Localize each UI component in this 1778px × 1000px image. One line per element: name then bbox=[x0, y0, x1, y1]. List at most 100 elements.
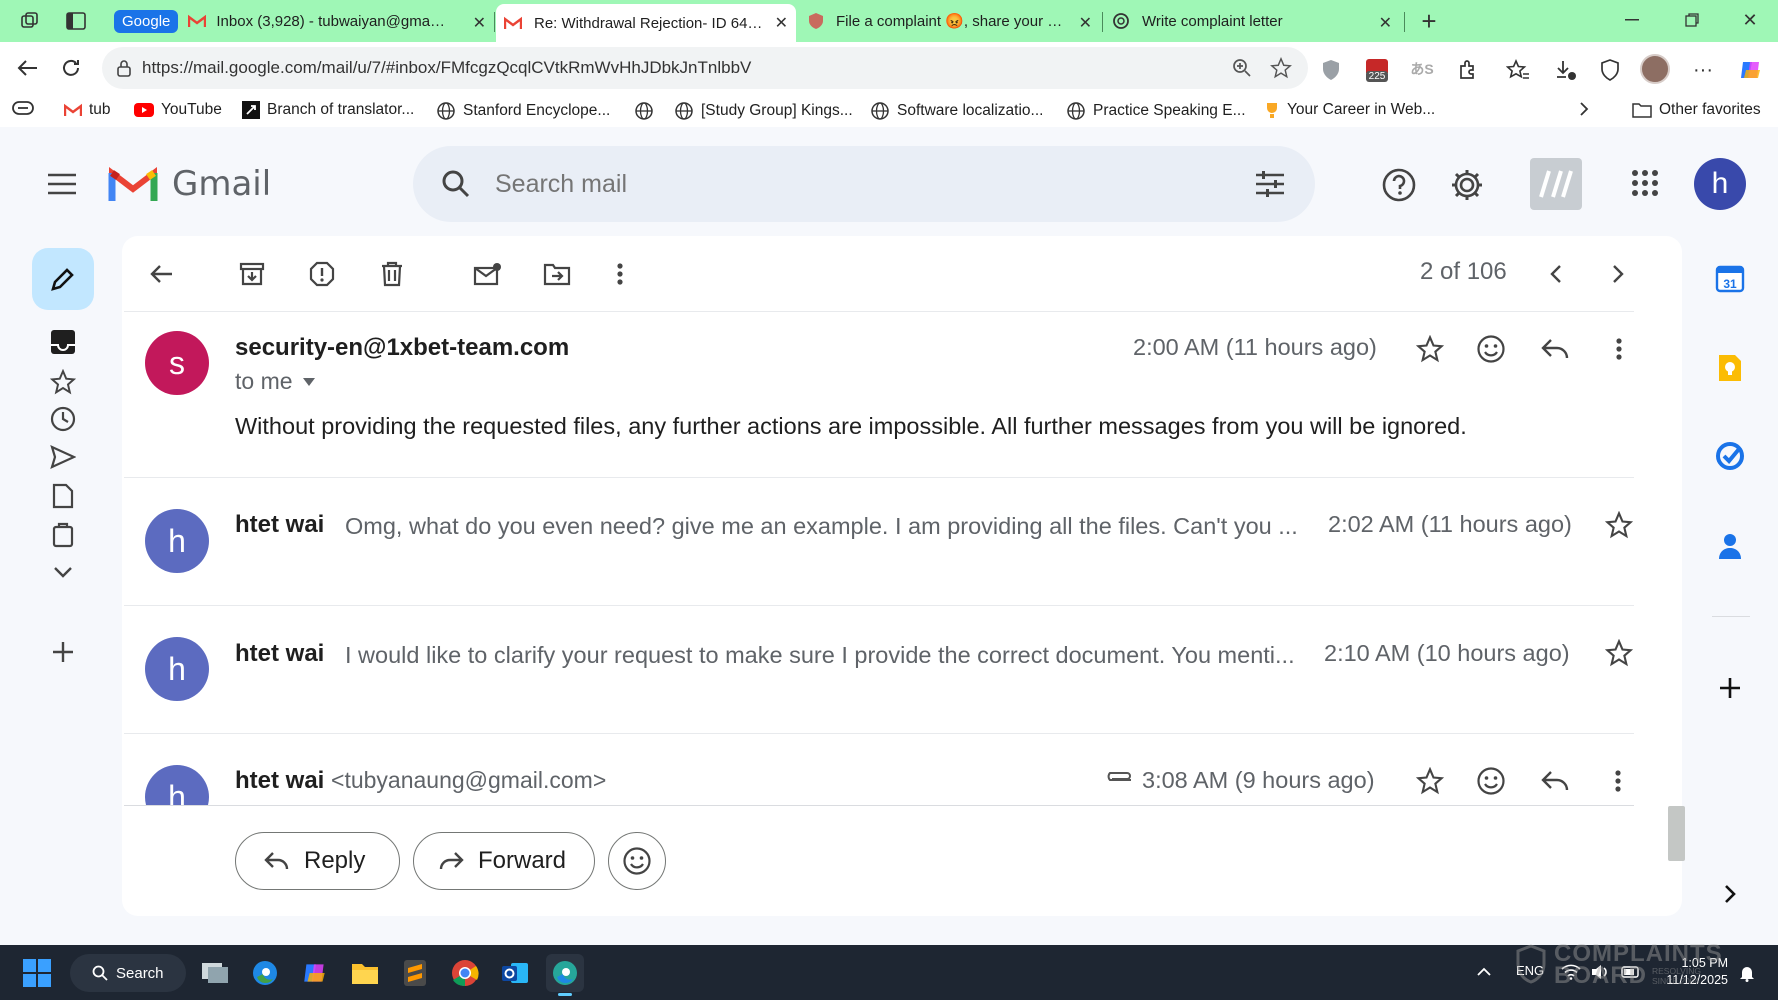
search-input[interactable] bbox=[495, 169, 1255, 199]
language-indicator[interactable]: ENG bbox=[1516, 963, 1544, 978]
outlook-icon[interactable] bbox=[496, 954, 534, 992]
minimize-icon[interactable] bbox=[1620, 8, 1644, 32]
search-icon[interactable] bbox=[441, 169, 471, 199]
more-actions-icon[interactable] bbox=[604, 258, 636, 290]
drafts-icon[interactable] bbox=[47, 480, 79, 512]
add-label-plus-icon[interactable] bbox=[47, 636, 79, 668]
new-tab-icon[interactable]: + bbox=[1414, 6, 1444, 36]
starred-icon[interactable] bbox=[47, 366, 79, 398]
bookmark-career[interactable]: Your Career in Web... bbox=[1264, 101, 1435, 119]
calendar-extension-icon[interactable]: 225 bbox=[1362, 54, 1392, 86]
copilot-icon[interactable] bbox=[1736, 55, 1766, 85]
sublime-text-icon[interactable] bbox=[396, 954, 434, 992]
show-hidden-icons-chevron-icon[interactable] bbox=[1474, 962, 1494, 982]
close-tab-icon[interactable]: ✕ bbox=[1079, 13, 1092, 33]
wifi-icon[interactable] bbox=[1560, 962, 1582, 982]
report-spam-icon[interactable] bbox=[306, 258, 338, 290]
message-snippet[interactable]: I would like to clarify your request to … bbox=[345, 642, 1315, 669]
tab-inbox[interactable]: Google Inbox (3,928) - tubwaiyan@gmail.c… bbox=[114, 4, 494, 38]
reply-button[interactable]: Reply bbox=[235, 832, 400, 890]
workspace-extension-icon[interactable] bbox=[1530, 158, 1582, 210]
bookmark-globe[interactable] bbox=[634, 101, 654, 121]
keep-icon[interactable] bbox=[1714, 352, 1746, 384]
back-icon[interactable] bbox=[12, 53, 42, 83]
settings-gear-icon[interactable] bbox=[1446, 164, 1488, 206]
newer-chevron-icon[interactable] bbox=[1540, 258, 1572, 290]
edge-active-icon[interactable] bbox=[546, 954, 584, 992]
purchases-icon[interactable] bbox=[47, 518, 79, 550]
gmail-logo[interactable]: Gmail bbox=[108, 164, 271, 204]
bookmark-stanford[interactable]: Stanford Encyclope... bbox=[436, 101, 610, 121]
emoji-react-icon[interactable] bbox=[1474, 764, 1508, 798]
calendar-icon[interactable]: 31 bbox=[1714, 262, 1746, 294]
chrome-icon[interactable] bbox=[446, 954, 484, 992]
contacts-icon[interactable] bbox=[1714, 530, 1746, 562]
browser-essentials-icon[interactable] bbox=[1596, 56, 1624, 84]
edge-icon[interactable] bbox=[246, 954, 284, 992]
message-snippet[interactable]: Omg, what do you even need? give me an e… bbox=[345, 513, 1319, 540]
help-icon[interactable] bbox=[1378, 164, 1420, 206]
sent-icon[interactable] bbox=[47, 441, 79, 473]
address-bar[interactable]: https://mail.google.com/mail/u/7/#inbox/… bbox=[102, 47, 1308, 89]
restore-icon[interactable] bbox=[1680, 8, 1704, 32]
older-chevron-icon[interactable] bbox=[1602, 258, 1634, 290]
close-window-icon[interactable]: ✕ bbox=[1738, 8, 1762, 32]
tab-group-label[interactable]: Google bbox=[114, 9, 179, 33]
tab-actions-icon[interactable] bbox=[64, 9, 88, 33]
favorite-star-icon[interactable] bbox=[1270, 57, 1292, 79]
favorites-icon[interactable] bbox=[1504, 56, 1532, 84]
forward-button[interactable]: Forward bbox=[413, 832, 595, 890]
search-bar[interactable] bbox=[413, 146, 1315, 222]
tab-complaint[interactable]: File a complaint 😡, share your experienc… bbox=[800, 4, 1100, 38]
latest-message-header[interactable]: h htet wai <tubyanaung@gmail.com> 3:08 A… bbox=[124, 740, 1634, 805]
google-apps-icon[interactable] bbox=[1628, 166, 1662, 200]
taskbar-clock[interactable]: 1:05 PM 11/12/2025 bbox=[1652, 955, 1728, 989]
reply-icon[interactable] bbox=[1538, 764, 1572, 798]
bookmarks-overflow-icon[interactable] bbox=[1578, 101, 1590, 117]
bookmark-tub[interactable]: tub bbox=[64, 101, 111, 119]
account-avatar[interactable]: h bbox=[1694, 158, 1746, 210]
task-view-icon[interactable] bbox=[196, 954, 234, 992]
other-favorites[interactable]: Other favorites bbox=[1632, 101, 1761, 119]
more-labels-chevron-icon[interactable] bbox=[47, 556, 79, 588]
star-icon[interactable] bbox=[1602, 508, 1636, 542]
zoom-icon[interactable] bbox=[1232, 58, 1252, 78]
volume-icon[interactable] bbox=[1590, 962, 1612, 982]
shield-extension-icon[interactable] bbox=[1318, 57, 1344, 83]
bookmark-practice[interactable]: Practice Speaking E... bbox=[1066, 101, 1246, 121]
star-icon[interactable] bbox=[1413, 332, 1447, 366]
emoji-reaction-button[interactable] bbox=[608, 832, 666, 890]
copilot-taskbar-icon[interactable] bbox=[296, 954, 334, 992]
search-options-icon[interactable] bbox=[1255, 170, 1285, 198]
close-tab-icon[interactable]: ✕ bbox=[775, 13, 788, 33]
close-tab-icon[interactable]: ✕ bbox=[1379, 13, 1392, 33]
tasks-icon[interactable] bbox=[1714, 440, 1746, 472]
tab-write-letter[interactable]: Write complaint letter ✕ bbox=[1104, 4, 1400, 38]
emoji-react-icon[interactable] bbox=[1474, 332, 1508, 366]
recipients-toggle[interactable]: to me bbox=[235, 368, 315, 395]
more-options-icon[interactable]: ··· bbox=[1688, 56, 1718, 84]
get-addons-plus-icon[interactable] bbox=[1714, 672, 1746, 704]
compose-button[interactable] bbox=[32, 248, 94, 310]
move-to-icon[interactable] bbox=[541, 258, 573, 290]
bookmark-apps-icon[interactable] bbox=[12, 101, 34, 115]
profile-avatar[interactable] bbox=[1640, 54, 1670, 84]
bookmark-youtube[interactable]: YouTube bbox=[134, 101, 222, 119]
taskbar-search[interactable]: Search bbox=[70, 954, 186, 992]
start-windows-icon[interactable] bbox=[18, 954, 56, 992]
show-side-panel-chevron-icon[interactable] bbox=[1718, 880, 1742, 908]
bookmark-branch[interactable]: Branch of translator... bbox=[242, 101, 414, 119]
mark-unread-icon[interactable] bbox=[471, 258, 503, 290]
sender-name[interactable]: htet wai bbox=[235, 640, 324, 668]
archive-icon[interactable] bbox=[236, 258, 268, 290]
delete-trash-icon[interactable] bbox=[376, 258, 408, 290]
refresh-icon[interactable] bbox=[56, 53, 86, 83]
scrollbar-thumb[interactable] bbox=[1668, 806, 1685, 861]
translate-extension-icon[interactable]: あS bbox=[1408, 56, 1436, 82]
reply-icon[interactable] bbox=[1538, 332, 1572, 366]
downloads-icon[interactable] bbox=[1552, 56, 1580, 84]
extensions-icon[interactable] bbox=[1454, 56, 1482, 84]
star-icon[interactable] bbox=[1602, 636, 1636, 670]
workspaces-icon[interactable] bbox=[18, 9, 42, 33]
sender-name[interactable]: htet wai bbox=[235, 511, 324, 539]
